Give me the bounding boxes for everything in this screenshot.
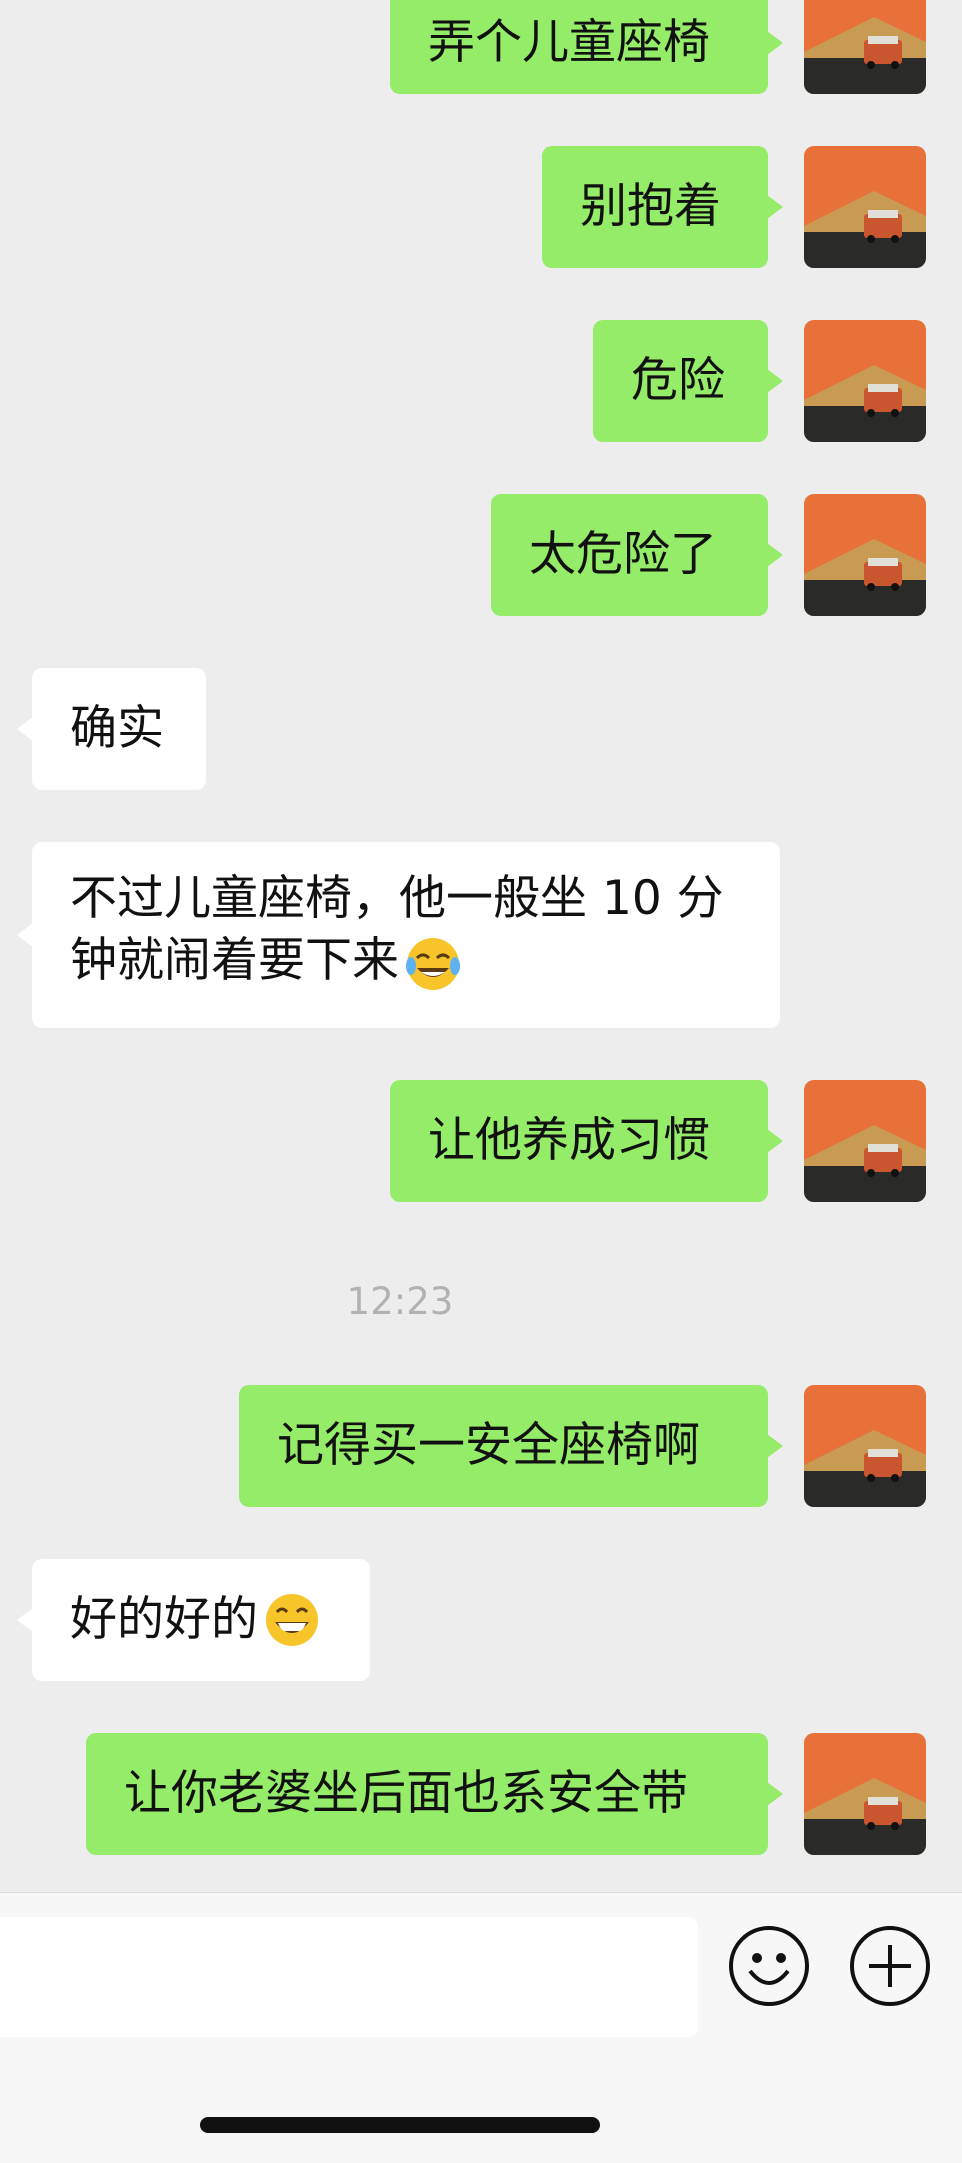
- avatar-image: [804, 146, 926, 268]
- message-text: 确实: [70, 701, 164, 756]
- message-input[interactable]: [0, 1917, 698, 2037]
- message-text: 别抱着: [580, 179, 721, 234]
- message-text: 危险: [631, 353, 725, 408]
- add-button[interactable]: [849, 1925, 931, 2007]
- avatar-image: [804, 494, 926, 616]
- message-text: 好的好的: [70, 1592, 258, 1647]
- my-message-bubble[interactable]: 让他养成习惯: [390, 1080, 783, 1202]
- message-line: 钟就闹着要下来: [70, 930, 742, 992]
- avatar-image: [804, 1385, 926, 1507]
- my-avatar[interactable]: [804, 494, 926, 616]
- my-message-bubble[interactable]: 别抱着: [542, 146, 783, 268]
- their-message-bubble[interactable]: 确实: [17, 668, 206, 790]
- message-text: 让他养成习惯: [428, 1113, 710, 1168]
- message-line: 不过儿童座椅，他一般坐 10 分: [70, 871, 724, 926]
- grinning-emoji-icon: [266, 1594, 318, 1646]
- my-avatar[interactable]: [804, 1733, 926, 1855]
- smiley-icon: [729, 1926, 809, 2006]
- plus-circle-icon: [850, 1926, 930, 2006]
- my-avatar[interactable]: [804, 1080, 926, 1202]
- message-text: 记得买一安全座椅啊: [277, 1418, 700, 1473]
- chat-timestamp: 12:23: [346, 1280, 454, 1323]
- message-text: 弄个儿童座椅: [428, 15, 710, 70]
- my-message-bubble[interactable]: 记得买一安全座椅啊: [239, 1385, 783, 1507]
- home-indicator[interactable]: [200, 2117, 600, 2133]
- avatar-image: [804, 0, 926, 94]
- their-message-bubble[interactable]: 不过儿童座椅，他一般坐 10 分 钟就闹着要下来: [17, 842, 780, 1028]
- my-avatar[interactable]: [804, 1385, 926, 1507]
- chat-area[interactable]: 弄个儿童座椅 别抱着 危险 太危险了 确实 不过儿童座椅，他一般坐 10 分 钟…: [0, 0, 962, 1892]
- my-message-bubble[interactable]: 危险: [593, 320, 783, 442]
- my-message-bubble[interactable]: 太危险了: [491, 494, 783, 616]
- message-text: 让你老婆坐后面也系安全带: [124, 1766, 688, 1821]
- my-avatar[interactable]: [804, 146, 926, 268]
- my-avatar[interactable]: [804, 0, 926, 94]
- my-avatar[interactable]: [804, 320, 926, 442]
- emoji-button[interactable]: [728, 1925, 810, 2007]
- my-message-bubble[interactable]: 让你老婆坐后面也系安全带: [86, 1733, 783, 1855]
- avatar-image: [804, 1080, 926, 1202]
- tears-of-joy-emoji-icon: [406, 937, 460, 990]
- message-text: 太危险了: [529, 527, 717, 582]
- message-text: 钟就闹着要下来: [70, 933, 399, 988]
- message-content: 好的好的: [70, 1559, 332, 1681]
- avatar-image: [804, 1733, 926, 1855]
- their-message-bubble[interactable]: 好的好的: [17, 1559, 370, 1681]
- my-message-bubble[interactable]: 弄个儿童座椅: [390, 0, 783, 94]
- avatar-image: [804, 320, 926, 442]
